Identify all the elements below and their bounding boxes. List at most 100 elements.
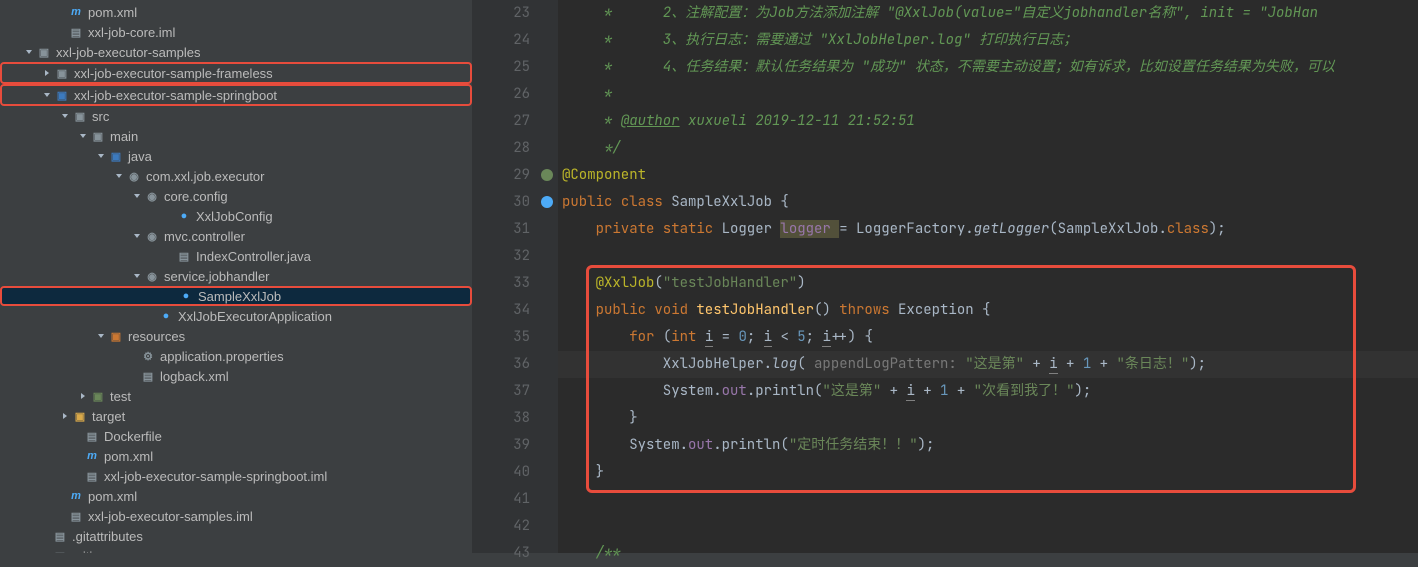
- chevron-right-icon[interactable]: [60, 411, 70, 421]
- line-number: 27: [472, 108, 548, 135]
- tree-icon: m: [84, 448, 100, 464]
- gutter: 2324252627282930313233343536373839404142…: [472, 0, 558, 553]
- no-arrow: [146, 311, 156, 321]
- code-line: @XxlJob: [562, 274, 654, 292]
- project-tree[interactable]: mpom.xml▤xxl-job-core.iml▣xxl-job-execut…: [0, 0, 472, 553]
- tree-label: core.config: [164, 189, 228, 204]
- no-arrow: [56, 511, 66, 521]
- no-arrow: [166, 291, 176, 301]
- tree-item[interactable]: ⚙application.properties: [0, 346, 472, 366]
- tree-item[interactable]: ▣xxl-job-executor-sample-frameless: [0, 62, 472, 84]
- tree-label: logback.xml: [160, 369, 229, 384]
- tree-item[interactable]: ▤.gitattributes: [0, 526, 472, 546]
- tree-item[interactable]: ▣target: [0, 406, 472, 426]
- chevron-down-icon[interactable]: [132, 271, 142, 281]
- tree-item[interactable]: ▣xxl-job-executor-sample-springboot: [0, 84, 472, 106]
- code-editor[interactable]: 2324252627282930313233343536373839404142…: [472, 0, 1418, 553]
- code-line: * 3、执行日志：需要通过 "XxlJobHelper.log" 打印执行日志；: [562, 31, 1077, 49]
- tree-icon: ▤: [140, 368, 156, 384]
- tree-item[interactable]: ◉mvc.controller: [0, 226, 472, 246]
- tree-item[interactable]: ▤ Dockerfile: [0, 426, 472, 446]
- tree-item[interactable]: ▣src: [0, 106, 472, 126]
- line-number: 33: [472, 270, 548, 297]
- tree-item[interactable]: ▣java: [0, 146, 472, 166]
- tree-item[interactable]: ▣xxl-job-executor-samples: [0, 42, 472, 62]
- chevron-down-icon[interactable]: [24, 47, 34, 57]
- tree-item[interactable]: ▤xxl-job-executor-samples.iml: [0, 506, 472, 526]
- tree-icon: ▤: [52, 548, 68, 553]
- tree-icon: ▣: [72, 108, 88, 124]
- tree-item[interactable]: ◉ core.config: [0, 186, 472, 206]
- tree-icon: ▤: [84, 428, 100, 444]
- line-number: 42: [472, 513, 548, 540]
- spring-bean-icon[interactable]: [540, 195, 554, 209]
- tree-label: xxl-job-executor-samples: [56, 45, 201, 60]
- tree-icon: m: [68, 488, 84, 504]
- code-line: *: [562, 112, 621, 130]
- tree-icon: ▣: [54, 65, 70, 81]
- tree-icon: ▤: [84, 468, 100, 484]
- line-number: 34: [472, 297, 548, 324]
- tree-label: pom.xml: [88, 5, 137, 20]
- chevron-down-icon[interactable]: [132, 191, 142, 201]
- chevron-down-icon[interactable]: [78, 131, 88, 141]
- chevron-down-icon[interactable]: [60, 111, 70, 121]
- chevron-down-icon[interactable]: [42, 90, 52, 100]
- tree-item[interactable]: ▣ test: [0, 386, 472, 406]
- line-number: 29: [472, 162, 548, 189]
- line-number: 36: [472, 351, 548, 378]
- tree-item[interactable]: mpom.xml: [0, 446, 472, 466]
- tree-icon: ●: [158, 308, 174, 324]
- no-arrow: [164, 211, 174, 221]
- tree-item[interactable]: ▤xxl-job-core.iml: [0, 22, 472, 42]
- no-arrow: [56, 27, 66, 37]
- line-number: 43: [472, 540, 548, 567]
- tree-item[interactable]: ●XxlJobExecutorApplication: [0, 306, 472, 326]
- line-number: 37: [472, 378, 548, 405]
- code-line: [558, 243, 1418, 270]
- chevron-down-icon[interactable]: [96, 331, 106, 341]
- spring-bean-icon[interactable]: [540, 168, 554, 182]
- chevron-right-icon[interactable]: [78, 391, 88, 401]
- chevron-down-icon[interactable]: [96, 151, 106, 161]
- chevron-down-icon[interactable]: [114, 171, 124, 181]
- line-number: 35: [472, 324, 548, 351]
- tree-label: main: [110, 129, 138, 144]
- tree-icon: ▤: [68, 508, 84, 524]
- tree-label: xxl-job-executor-sample-springboot.iml: [104, 469, 327, 484]
- tree-item[interactable]: ●SampleXxlJob: [0, 286, 472, 306]
- tree-label: test: [110, 389, 131, 404]
- tree-item[interactable]: ▤.gitignore: [0, 546, 472, 553]
- tree-icon: m: [68, 4, 84, 20]
- line-number: 39: [472, 432, 548, 459]
- chevron-right-icon[interactable]: [42, 68, 52, 78]
- tree-item[interactable]: ▤ xxl-job-executor-sample-springboot.iml: [0, 466, 472, 486]
- tree-item[interactable]: ◉com.xxl.job.executor: [0, 166, 472, 186]
- code-line: *: [562, 85, 612, 103]
- line-number: 28: [472, 135, 548, 162]
- line-number: 32: [472, 243, 548, 270]
- chevron-down-icon[interactable]: [132, 231, 142, 241]
- tree-icon: ▣: [108, 328, 124, 344]
- code-line: System.: [562, 436, 688, 454]
- code-area[interactable]: * 2、注解配置：为Job方法添加注解 "@XxlJob(value="自定义j…: [558, 0, 1418, 553]
- tree-item[interactable]: ▣ resources: [0, 326, 472, 346]
- tree-item[interactable]: m pom.xml: [0, 2, 472, 22]
- code-line: @Component: [562, 166, 646, 184]
- tree-item[interactable]: ▤IndexController.java: [0, 246, 472, 266]
- tree-item[interactable]: ◉service.jobhandler: [0, 266, 472, 286]
- no-arrow: [128, 371, 138, 381]
- tree-icon: ●: [176, 208, 192, 224]
- tree-label: Dockerfile: [104, 429, 162, 444]
- tree-item[interactable]: ▣main: [0, 126, 472, 146]
- tree-item[interactable]: mpom.xml: [0, 486, 472, 506]
- tree-item[interactable]: ▤ logback.xml: [0, 366, 472, 386]
- tree-item[interactable]: ●XxlJobConfig: [0, 206, 472, 226]
- tree-icon: ▣: [108, 148, 124, 164]
- tree-label: resources: [128, 329, 185, 344]
- line-number: 31: [472, 216, 548, 243]
- line-number: 24: [472, 27, 548, 54]
- code-line: public: [562, 193, 621, 211]
- tree-icon: ▣: [90, 388, 106, 404]
- tree-icon: ◉: [144, 188, 160, 204]
